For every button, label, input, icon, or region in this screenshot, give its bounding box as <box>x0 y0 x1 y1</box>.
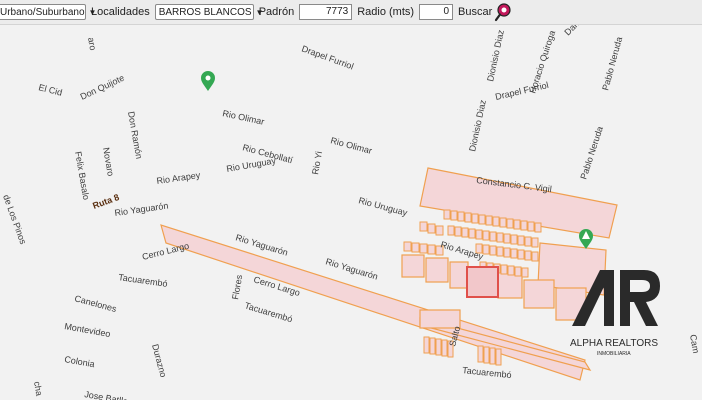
padron-label: Padrón <box>258 6 295 18</box>
logo-subtitle: INMOBILIARIA <box>597 351 631 357</box>
zone-select-value: Urbano/Suburbano <box>0 6 85 18</box>
selected-parcel[interactable] <box>466 266 499 298</box>
map-canvas[interactable]: aro El Cid Don Quijote Don Ramón Novaro … <box>0 25 702 400</box>
location-search-icon[interactable] <box>494 2 512 22</box>
localidades-label: Localidades <box>91 6 150 18</box>
parcel-lot <box>419 309 461 329</box>
radio-input[interactable]: 0 <box>419 4 454 20</box>
localidad-select[interactable]: BARROS BLANCOS ▼ <box>154 4 263 20</box>
zone-select[interactable]: Urbano/Suburbano ▼ <box>0 4 96 20</box>
parcel-lot <box>523 279 555 309</box>
localidad-select-value: BARROS BLANCOS <box>158 6 252 18</box>
radio-label: Radio (mts) <box>357 6 415 18</box>
parcel-lot <box>449 261 469 289</box>
logo-brand: ALPHA REALTORS <box>570 338 658 349</box>
padron-input[interactable]: 7773 <box>299 4 353 20</box>
parcel-lot <box>401 254 425 278</box>
buscar-label: Buscar <box>458 6 493 18</box>
search-toolbar: Urbano/Suburbano ▼ Localidades BARROS BL… <box>0 0 702 25</box>
parcel-lot <box>425 257 449 283</box>
